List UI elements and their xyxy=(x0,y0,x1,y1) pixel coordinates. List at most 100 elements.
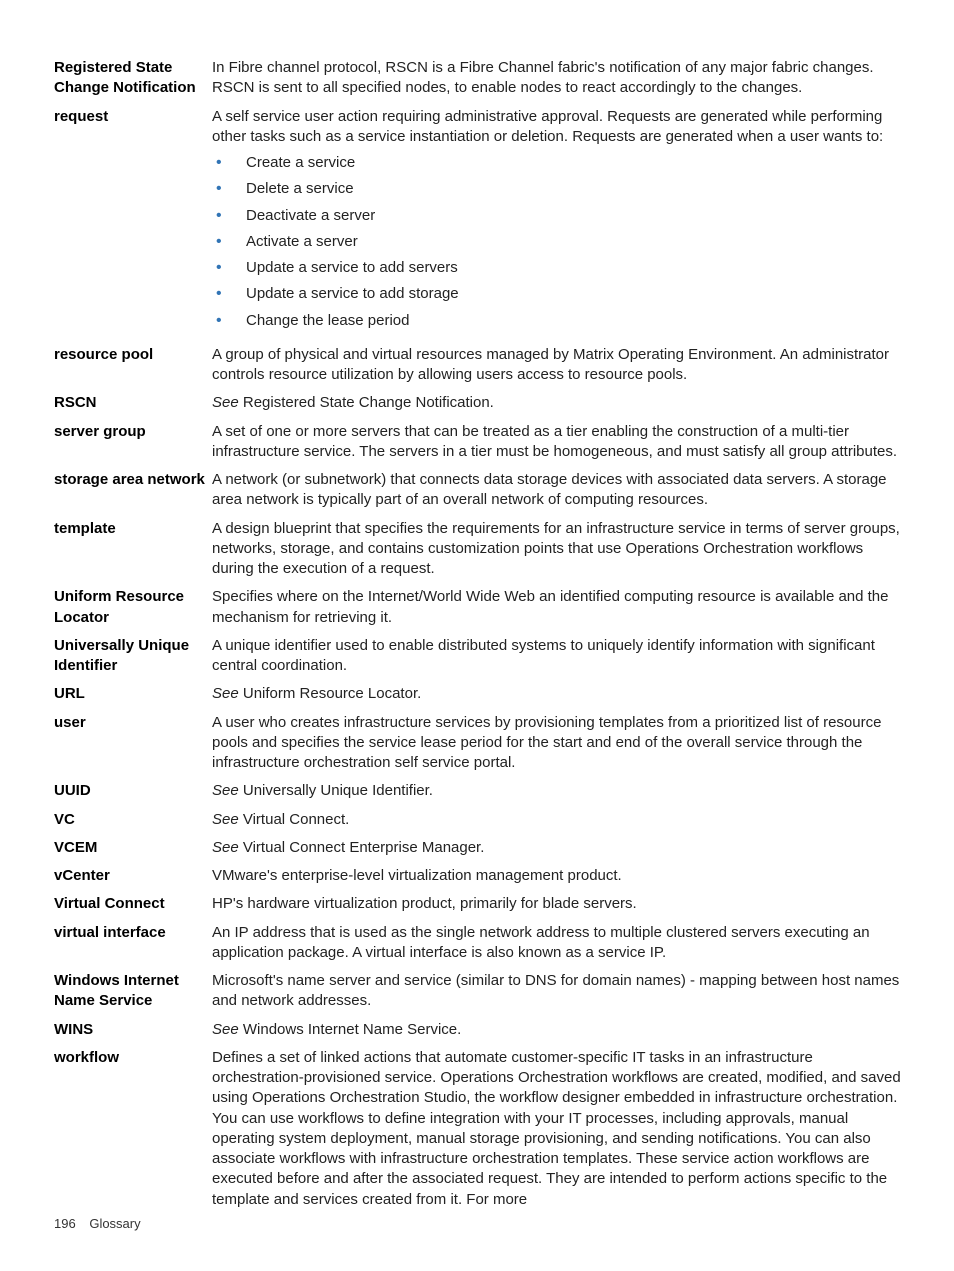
glossary-paragraph: A network (or subnetwork) that connects … xyxy=(212,470,906,511)
glossary-definition: VMware's enterprise-level virtualization… xyxy=(212,866,906,886)
see-target: Registered State Change Notification. xyxy=(239,394,494,411)
see-label: See xyxy=(212,1021,239,1038)
glossary-entry: userA user who creates infrastructure se… xyxy=(54,713,906,774)
glossary-term: vCenter xyxy=(54,866,212,886)
glossary-entry: virtual interfaceAn IP address that is u… xyxy=(54,923,906,964)
glossary-paragraph: VMware's enterprise-level virtualization… xyxy=(212,866,906,886)
glossary-bullet-item: Delete a service xyxy=(212,179,906,199)
glossary-entry: requestA self service user action requir… xyxy=(54,107,906,337)
glossary-definition: Defines a set of linked actions that aut… xyxy=(212,1048,906,1210)
glossary-term: request xyxy=(54,107,212,127)
glossary-term: Virtual Connect xyxy=(54,894,212,914)
glossary-paragraph: A self service user action requiring adm… xyxy=(212,107,906,148)
glossary-term: template xyxy=(54,519,212,539)
see-label: See xyxy=(212,782,239,799)
glossary-paragraph: Defines a set of linked actions that aut… xyxy=(212,1048,906,1210)
glossary-definition: An IP address that is used as the single… xyxy=(212,923,906,964)
glossary-term: virtual interface xyxy=(54,923,212,943)
page-number: 196 xyxy=(54,1216,76,1231)
glossary-bullet-item: Change the lease period xyxy=(212,311,906,331)
glossary-term: resource pool xyxy=(54,345,212,365)
glossary-entry: Universally Unique IdentifierA unique id… xyxy=(54,636,906,677)
glossary-paragraph: A set of one or more servers that can be… xyxy=(212,422,906,463)
glossary-entry: VCEMSee Virtual Connect Enterprise Manag… xyxy=(54,838,906,858)
glossary-entry: RSCNSee Registered State Change Notifica… xyxy=(54,393,906,413)
glossary-bullet-item: Deactivate a server xyxy=(212,206,906,226)
glossary-bullet-item: Update a service to add servers xyxy=(212,258,906,278)
see-label: See xyxy=(212,685,239,702)
glossary-term: workflow xyxy=(54,1048,212,1068)
glossary-paragraph: A design blueprint that specifies the re… xyxy=(212,519,906,580)
glossary-list: Registered State Change NotificationIn F… xyxy=(54,58,906,1210)
glossary-entry: WINSSee Windows Internet Name Service. xyxy=(54,1020,906,1040)
glossary-paragraph: In Fibre channel protocol, RSCN is a Fib… xyxy=(212,58,906,99)
glossary-paragraph: An IP address that is used as the single… xyxy=(212,923,906,964)
glossary-term: RSCN xyxy=(54,393,212,413)
glossary-definition: See Universally Unique Identifier. xyxy=(212,781,906,801)
page-footer: 196 Glossary xyxy=(54,1215,141,1233)
glossary-term: WINS xyxy=(54,1020,212,1040)
see-target: Virtual Connect Enterprise Manager. xyxy=(239,839,485,856)
glossary-term: Registered State Change Notification xyxy=(54,58,212,99)
glossary-definition: See Uniform Resource Locator. xyxy=(212,684,906,704)
glossary-paragraph: Microsoft's name server and service (sim… xyxy=(212,971,906,1012)
glossary-term: Uniform Resource Locator xyxy=(54,587,212,628)
glossary-entry: templateA design blueprint that specifie… xyxy=(54,519,906,580)
see-target: Virtual Connect. xyxy=(239,811,350,828)
glossary-definition: A group of physical and virtual resource… xyxy=(212,345,906,386)
glossary-term: Universally Unique Identifier xyxy=(54,636,212,677)
see-target: Uniform Resource Locator. xyxy=(239,685,422,702)
see-target: Universally Unique Identifier. xyxy=(239,782,433,799)
glossary-definition: See Windows Internet Name Service. xyxy=(212,1020,906,1040)
glossary-entry: Windows Internet Name ServiceMicrosoft's… xyxy=(54,971,906,1012)
see-target: Windows Internet Name Service. xyxy=(239,1021,462,1038)
glossary-definition: A design blueprint that specifies the re… xyxy=(212,519,906,580)
glossary-entry: workflowDefines a set of linked actions … xyxy=(54,1048,906,1210)
glossary-definition: A network (or subnetwork) that connects … xyxy=(212,470,906,511)
glossary-entry: resource poolA group of physical and vir… xyxy=(54,345,906,386)
glossary-definition: In Fibre channel protocol, RSCN is a Fib… xyxy=(212,58,906,99)
glossary-term: VCEM xyxy=(54,838,212,858)
glossary-definition: See Virtual Connect. xyxy=(212,810,906,830)
glossary-definition: See Registered State Change Notification… xyxy=(212,393,906,413)
glossary-definition: Specifies where on the Internet/World Wi… xyxy=(212,587,906,628)
glossary-entry: storage area networkA network (or subnet… xyxy=(54,470,906,511)
glossary-paragraph: Specifies where on the Internet/World Wi… xyxy=(212,587,906,628)
glossary-definition: See Virtual Connect Enterprise Manager. xyxy=(212,838,906,858)
glossary-see: See Virtual Connect Enterprise Manager. xyxy=(212,838,906,858)
glossary-entry: UUIDSee Universally Unique Identifier. xyxy=(54,781,906,801)
glossary-term: VC xyxy=(54,810,212,830)
glossary-see: See Uniform Resource Locator. xyxy=(212,684,906,704)
glossary-see: See Virtual Connect. xyxy=(212,810,906,830)
see-label: See xyxy=(212,839,239,856)
glossary-bullet-item: Activate a server xyxy=(212,232,906,252)
glossary-bullet-item: Create a service xyxy=(212,153,906,173)
glossary-bullet-item: Update a service to add storage xyxy=(212,284,906,304)
page-section: Glossary xyxy=(89,1216,140,1231)
glossary-see: See Registered State Change Notification… xyxy=(212,393,906,413)
glossary-bullet-list: Create a service Delete a service Deactiva… xyxy=(212,153,906,331)
page: Registered State Change NotificationIn F… xyxy=(0,0,954,1271)
glossary-term: UUID xyxy=(54,781,212,801)
glossary-paragraph: A unique identifier used to enable distr… xyxy=(212,636,906,677)
glossary-entry: Uniform Resource LocatorSpecifies where … xyxy=(54,587,906,628)
glossary-entry: server groupA set of one or more servers… xyxy=(54,422,906,463)
glossary-definition: A user who creates infrastructure servic… xyxy=(212,713,906,774)
glossary-term: Windows Internet Name Service xyxy=(54,971,212,1012)
glossary-definition: HP's hardware virtualization product, pr… xyxy=(212,894,906,914)
glossary-paragraph: HP's hardware virtualization product, pr… xyxy=(212,894,906,914)
see-label: See xyxy=(212,811,239,828)
glossary-entry: Virtual ConnectHP's hardware virtualizat… xyxy=(54,894,906,914)
glossary-term: server group xyxy=(54,422,212,442)
glossary-entry: VCSee Virtual Connect. xyxy=(54,810,906,830)
glossary-entry: URLSee Uniform Resource Locator. xyxy=(54,684,906,704)
glossary-paragraph: A user who creates infrastructure servic… xyxy=(212,713,906,774)
see-label: See xyxy=(212,394,239,411)
glossary-definition: A set of one or more servers that can be… xyxy=(212,422,906,463)
glossary-entry: vCenterVMware's enterprise-level virtual… xyxy=(54,866,906,886)
glossary-entry: Registered State Change NotificationIn F… xyxy=(54,58,906,99)
glossary-term: storage area network xyxy=(54,470,212,490)
glossary-definition: A self service user action requiring adm… xyxy=(212,107,906,337)
glossary-paragraph: A group of physical and virtual resource… xyxy=(212,345,906,386)
glossary-term: URL xyxy=(54,684,212,704)
